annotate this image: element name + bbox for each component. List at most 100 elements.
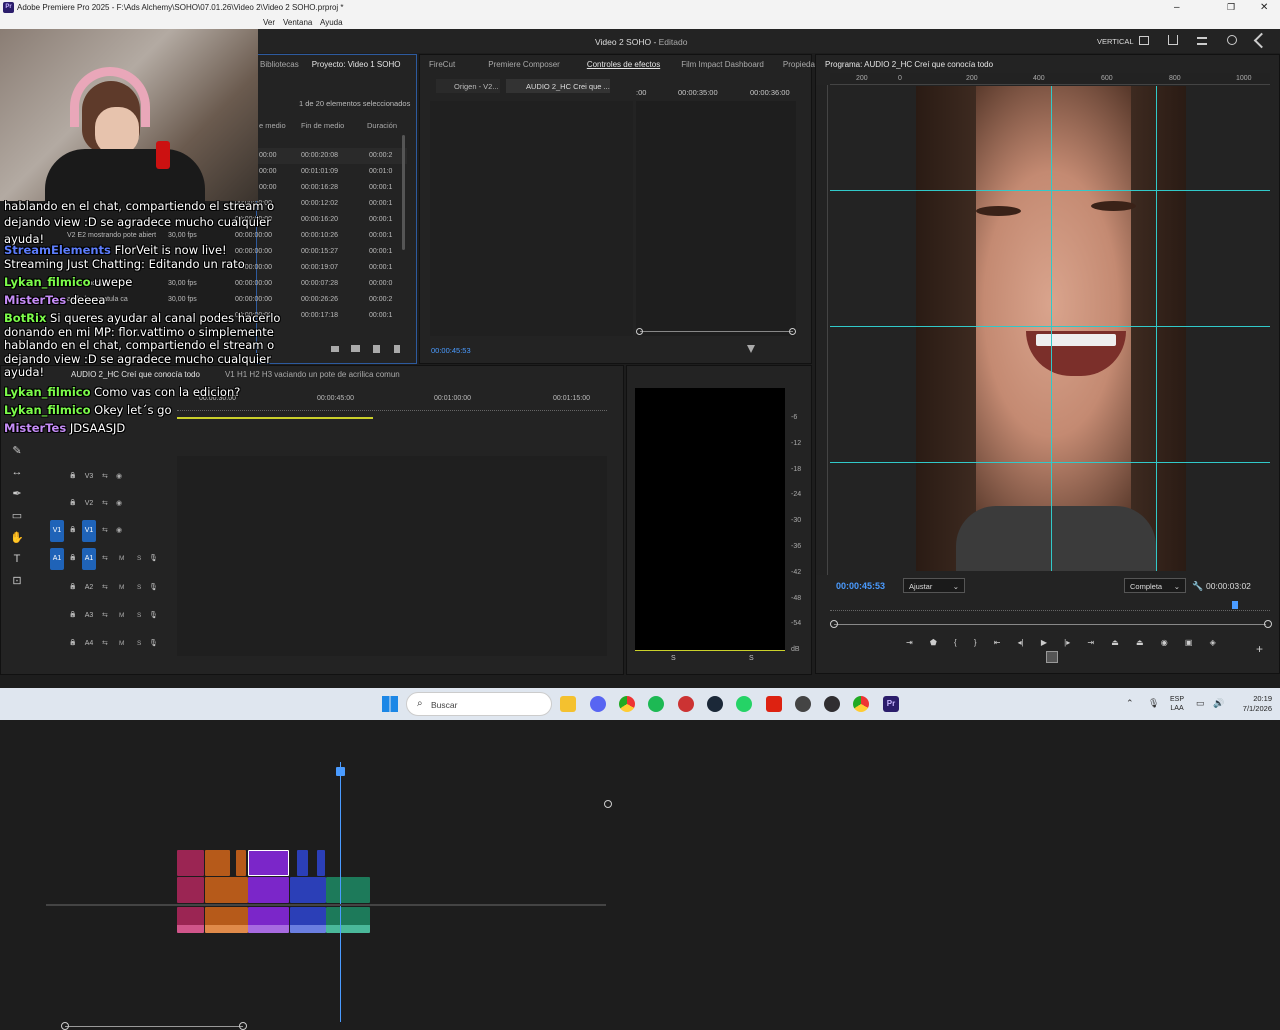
add-button-icon[interactable]: + [1256,642,1263,656]
tab-premiere-composer[interactable]: Premiere Composer [464,60,569,69]
hand-tool-icon[interactable]: ✋ [10,531,24,544]
program-scrollbar[interactable] [834,624,1266,625]
track-name[interactable]: V3 [82,466,96,488]
safe-margins-icon[interactable] [1046,651,1058,663]
vr-icon[interactable]: ◈ [1210,638,1216,647]
eye-icon[interactable]: ◉ [116,499,122,507]
eye-icon[interactable]: ◉ [116,526,122,534]
out-point-icon[interactable]: } [974,638,977,647]
ripple-tool-icon[interactable]: ↔ [12,466,23,478]
program-playhead[interactable] [1232,601,1238,609]
steam-icon[interactable] [707,696,723,712]
pen-tool-icon[interactable]: ✒ [12,487,21,500]
quality-dropdown[interactable]: Completa ⌄ [1124,578,1186,593]
discord-icon[interactable] [590,696,606,712]
tab-proyecto[interactable]: Proyecto: Video 1 SOHO [308,60,405,69]
solo-button[interactable]: S [137,640,141,647]
fullscreen-icon[interactable] [1227,35,1237,45]
go-to-out-icon[interactable]: ⇥ [1087,638,1094,647]
filter-icon[interactable] [747,345,755,353]
tab-bibliotecas[interactable]: Bibliotecas [257,60,308,69]
app-icon[interactable] [795,696,811,712]
clip-v1-1[interactable] [177,877,204,903]
eye-icon[interactable]: ◉ [116,472,122,480]
meter-solo-right[interactable]: S [749,655,754,662]
chat-username[interactable]: MisterTes [4,293,66,307]
playhead-handle[interactable] [336,767,345,776]
timeline-ruler[interactable]: 00:00:30:00 00:00:45:00 00:01:00:00 00:01:1… [177,390,607,420]
folder-icon[interactable] [351,345,360,352]
col-header-start[interactable]: e medio [259,121,286,130]
track-header[interactable]: 🔒 A2 ⇆ M S 🎙 [46,581,177,597]
lock-icon[interactable]: 🔒 [69,583,76,590]
ec-zoom-slider[interactable] [640,331,793,332]
ec-zoom-handle-right[interactable] [789,328,796,335]
clip-a1-5[interactable] [326,907,370,933]
timeline-hscroll-right[interactable] [239,1022,247,1030]
program-scroll-left[interactable] [830,620,838,628]
clock[interactable]: 20:19 7/1/2026 [1232,694,1272,714]
chat-username[interactable]: Lykan_filmico [4,385,91,399]
comparison-icon[interactable]: ▣ [1185,638,1193,647]
mic-icon[interactable]: 🎙 [149,554,158,562]
new-item-icon[interactable] [373,345,380,353]
project-row[interactable]: o a un acrilic 30,00 fps 00:00:00:00 00:00:… [67,276,407,292]
track-name[interactable]: V2 [82,493,96,515]
project-row[interactable]: 00:00 00:01:01:09 00:01:0 [257,164,407,180]
track-name[interactable]: V1 [82,520,96,542]
play-icon[interactable]: ▶ [1041,638,1047,647]
project-row[interactable]: ando la espatula ca 30,00 fps 00:00:00:00 0… [67,292,407,308]
mark-in-icon[interactable]: ⇥ [906,638,913,647]
track-name[interactable]: A3 [82,605,96,627]
clip-v2-6[interactable] [317,850,325,876]
sync-lock-icon[interactable]: ⇆ [102,583,108,591]
clip-v2-5[interactable] [297,850,308,876]
type-tool-icon[interactable]: T [14,553,21,565]
extract-icon[interactable]: ⏏ [1136,638,1144,647]
caption-tool-icon[interactable]: ⊡ [12,574,21,587]
lock-icon[interactable]: 🔒 [69,639,76,646]
share-icon[interactable] [1168,35,1178,45]
lift-icon[interactable]: ⏏ [1111,638,1119,647]
track-name[interactable]: A1 [82,548,96,570]
col-header-end[interactable]: Fin de medio [301,121,344,130]
tab-effect-controls[interactable]: Controles de efectos [569,60,669,69]
source-tab-clip[interactable]: AUDIO 2_HC Crei que ... [506,79,610,93]
timeline-hscroll[interactable] [65,1026,243,1027]
solo-button[interactable]: S [137,555,141,562]
rectangle-tool-icon[interactable]: ▭ [12,509,22,522]
program-title[interactable]: Programa: AUDIO 2_HC Creí que conocía to… [816,60,1002,69]
whatsapp-icon[interactable] [736,696,752,712]
tab-film-impact[interactable]: Film Impact Dashboard [669,60,773,69]
spotify-icon[interactable] [648,696,664,712]
obs-icon[interactable] [824,696,840,712]
scrollbar[interactable] [402,135,405,250]
tab-sequence-2[interactable]: V1 H1 H2 H3 vaciando un pote de acrilica… [209,370,409,379]
lang-indicator[interactable]: ESP LAA [1170,695,1184,713]
windows-start-icon[interactable] [382,696,398,712]
ec-zoom-handle-left[interactable] [636,328,643,335]
sync-lock-icon[interactable]: ⇆ [102,554,108,562]
meter-solo-left[interactable]: S [671,655,676,662]
new-bin-icon[interactable] [331,346,339,352]
mic-icon[interactable]: 🎙 [1148,698,1159,709]
voicemod-icon[interactable] [766,696,782,712]
sync-lock-icon[interactable]: ⇆ [102,639,108,647]
sync-lock-icon[interactable]: ⇆ [102,611,108,619]
settings-icon[interactable] [1197,37,1207,45]
wrench-icon[interactable]: 🔧 [1192,581,1203,592]
mute-button[interactable]: M [119,612,124,619]
maximize-button[interactable]: ❐ [1227,2,1235,13]
timeline-hscroll-left[interactable] [61,1022,69,1030]
close-button[interactable]: ✕ [1260,2,1268,13]
track-divider[interactable] [46,904,606,906]
panel-layout-icon[interactable] [1139,36,1149,45]
chrome-2-icon[interactable] [853,696,869,712]
menu-ver[interactable]: Ver [263,18,275,27]
app-badge-icon[interactable] [678,696,694,712]
chat-username[interactable]: MisterTes [4,421,66,435]
program-timecode[interactable]: 00:00:45:53 [836,581,885,591]
sync-lock-icon[interactable]: ⇆ [102,526,108,534]
project-row[interactable]: 00:00:00:00 00:00:15:27 00:00:1 [235,244,407,260]
source-tab-origin[interactable]: Origen - V2... [436,79,500,93]
